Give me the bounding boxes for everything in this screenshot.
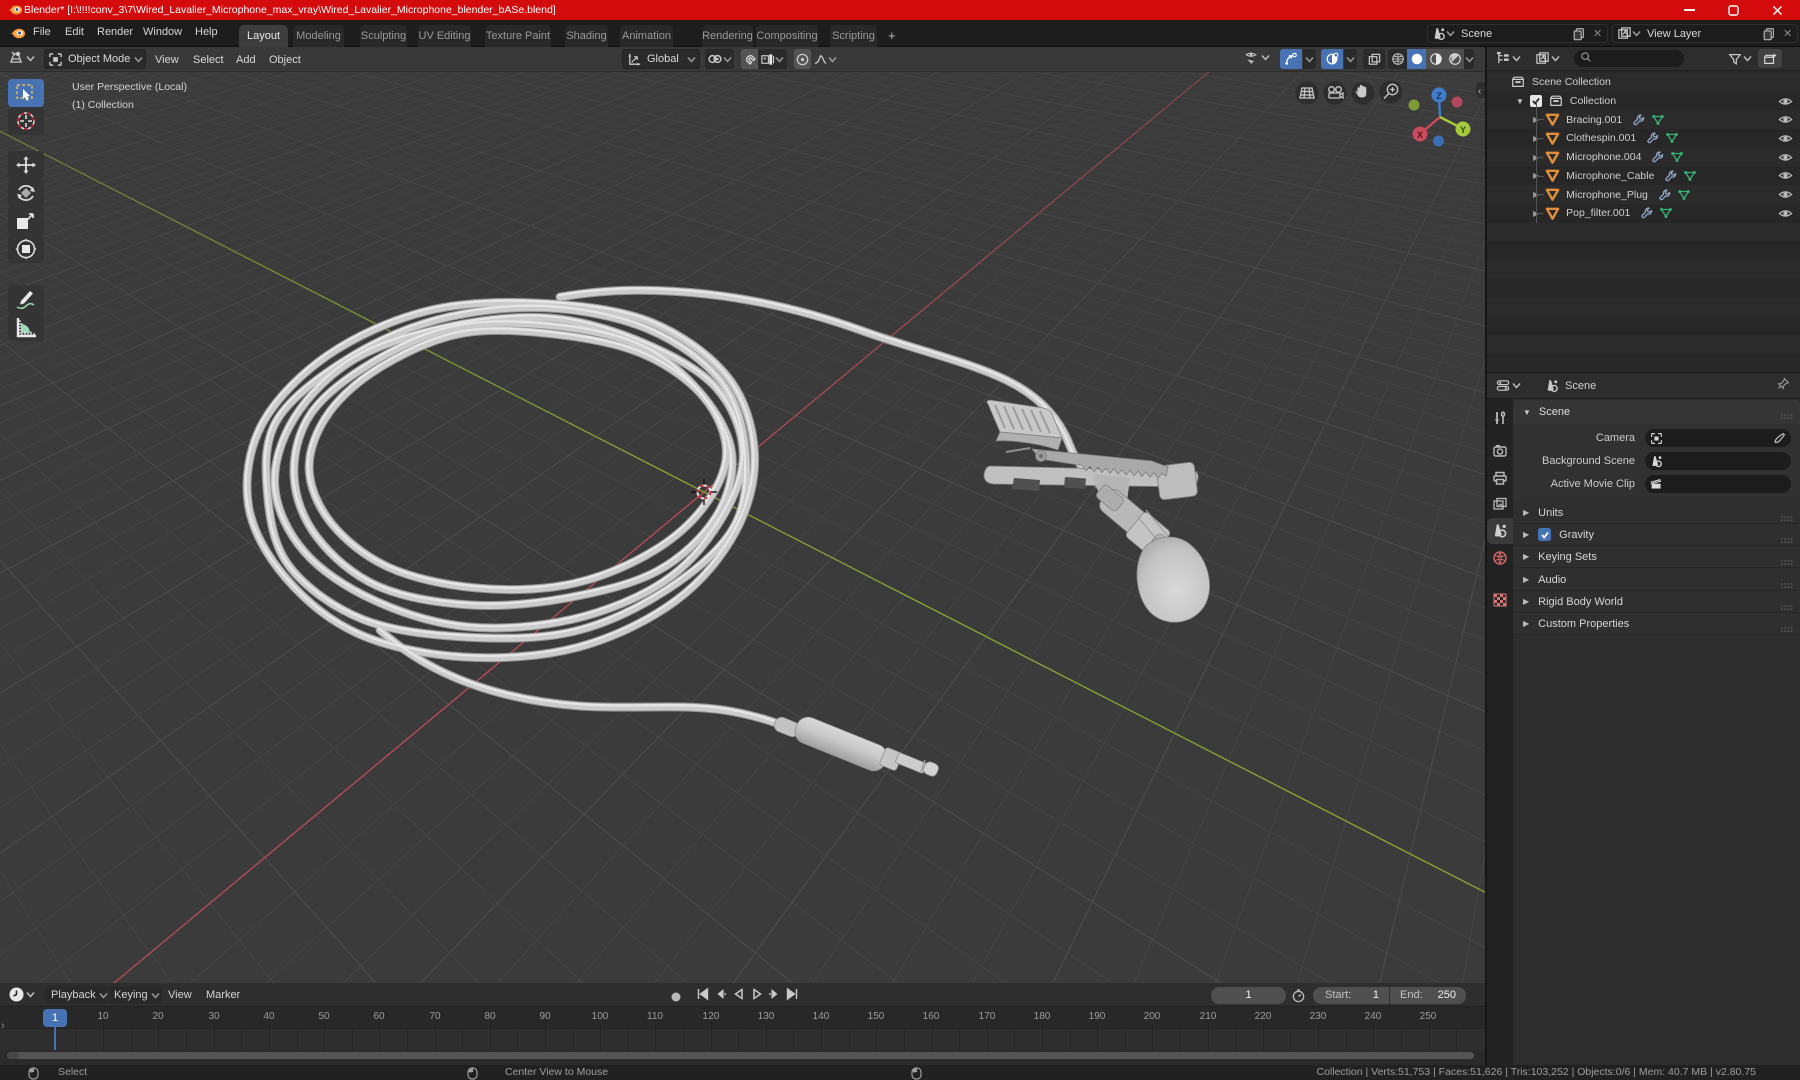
svg-text:X: X xyxy=(1417,130,1423,140)
svg-text:Y: Y xyxy=(1460,125,1466,135)
svg-text:User Perspective (Local): User Perspective (Local) xyxy=(72,81,187,93)
svg-text:‹: ‹ xyxy=(1478,86,1481,97)
svg-text:Z: Z xyxy=(1436,91,1442,101)
svg-text:(1) Collection: (1) Collection xyxy=(72,99,134,111)
